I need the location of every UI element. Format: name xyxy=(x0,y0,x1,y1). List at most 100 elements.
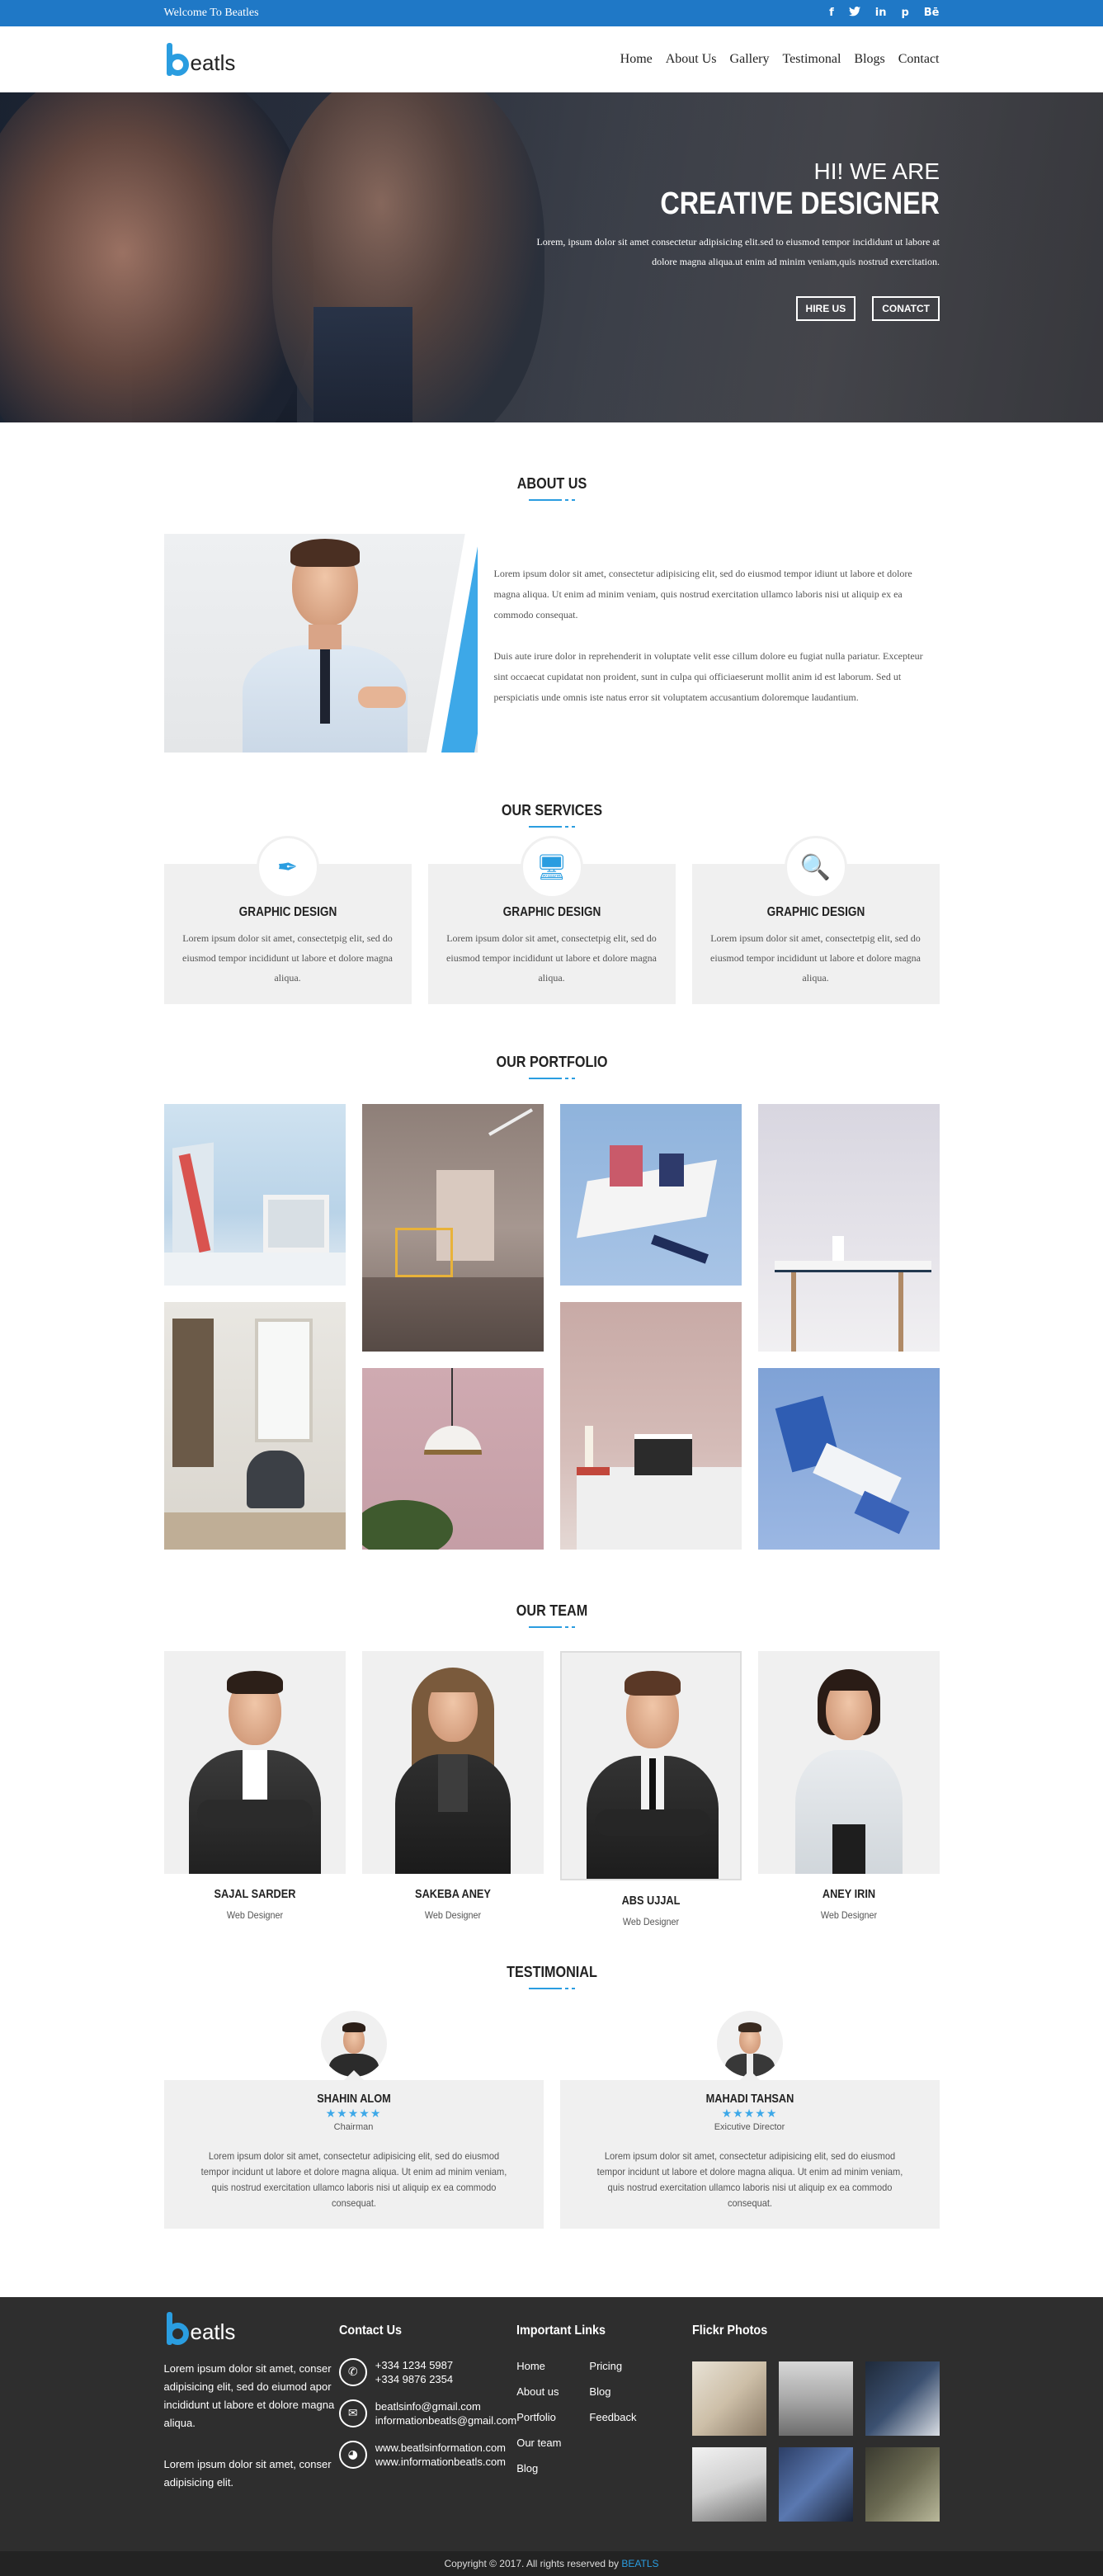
phone-number[interactable]: +334 9876 2354 xyxy=(375,2372,453,2386)
portfolio-item[interactable] xyxy=(757,1368,940,1550)
avatar xyxy=(163,1651,346,1874)
email-link[interactable]: informationbeatls@gmail.com xyxy=(375,2413,516,2427)
avatar xyxy=(716,2011,783,2077)
member-name: ABS UJJAL xyxy=(621,1894,680,1908)
portfolio-item[interactable] xyxy=(361,1368,544,1550)
footer-contact: Contact Us ✆ +334 1234 5987 +334 9876 235… xyxy=(338,2312,516,2522)
flickr-photo[interactable] xyxy=(865,2447,940,2522)
avatar xyxy=(320,2011,387,2077)
heading-underline xyxy=(164,1078,940,1079)
hero-greeting: HI! WE ARE xyxy=(813,158,940,184)
phone-number[interactable]: +334 1234 5987 xyxy=(375,2358,453,2372)
copyright-text: Copyright © 2017. All rights reserved by xyxy=(444,2558,620,2569)
member-role: Web Designer xyxy=(820,1909,877,1921)
site-footer: eatls Lorem ipsum dolor sit amet, conser… xyxy=(0,2297,1103,2551)
service-card[interactable]: 🖥 GRAPHIC DESIGN Lorem ipsum dolor sit a… xyxy=(427,836,676,1004)
testimonial-card: SHAHIN ALOM ★★★★★ Chairman Lorem ipsum d… xyxy=(163,2011,544,2229)
hire-us-button[interactable]: HIRE US xyxy=(795,296,856,321)
team-member-card[interactable]: ABS UJJAL Web Designer xyxy=(559,1651,742,1927)
twitter-icon[interactable] xyxy=(848,7,860,20)
portfolio-item[interactable] xyxy=(163,1104,346,1286)
about-heading-block: ABOUT US xyxy=(164,475,940,501)
logo-mark-icon xyxy=(164,2312,189,2345)
behance-icon[interactable]: Bē xyxy=(924,7,940,20)
hero-banner: HI! WE ARE CREATIVE DESIGNER Lorem, ipsu… xyxy=(0,92,1103,422)
about-section: ABOUT US Lorem ipsum dolor sit amet, con… xyxy=(163,422,940,753)
testimonial-section: TESTIMONIAL SHAHIN ALOM ★★★★★ Chairman L… xyxy=(163,1927,940,2229)
flickr-photo[interactable] xyxy=(691,2361,766,2436)
avatar xyxy=(559,1651,742,1880)
portfolio-item[interactable] xyxy=(163,1302,346,1550)
flickr-photo[interactable] xyxy=(865,2361,940,2436)
member-role: Web Designer xyxy=(424,1909,481,1921)
team-member-card[interactable]: ANEY IRIN Web Designer xyxy=(757,1651,940,1927)
member-name: ANEY IRIN xyxy=(822,1887,875,1901)
about-image xyxy=(163,534,478,753)
nav-item-testimonal[interactable]: Testimonal xyxy=(783,52,841,67)
navbar: eatls Home About Us Gallery Testimonal B… xyxy=(0,26,1103,92)
top-bar: Welcome To Beatles f in p Bē xyxy=(0,0,1103,26)
footer-link-pricing[interactable]: Pricing xyxy=(589,2360,636,2372)
copyright-brand-link[interactable]: BEATLS xyxy=(621,2558,658,2569)
heading-underline xyxy=(164,499,940,501)
nav-item-about[interactable]: About Us xyxy=(666,52,717,67)
portfolio-item[interactable] xyxy=(361,1104,544,1352)
nav-item-blogs[interactable]: Blogs xyxy=(854,52,884,67)
member-role: Web Designer xyxy=(226,1909,283,1921)
globe-icon: ◕ xyxy=(338,2441,367,2469)
service-card[interactable]: ✒ GRAPHIC DESIGN Lorem ipsum dolor sit a… xyxy=(163,836,412,1004)
portfolio-section: OUR PORTFOLIO xyxy=(163,1004,940,1550)
main-menu: Home About Us Gallery Testimonal Blogs C… xyxy=(620,52,940,67)
flickr-photo[interactable] xyxy=(778,2447,853,2522)
footer-link-team[interactable]: Our team xyxy=(516,2437,561,2449)
footer-link-home[interactable]: Home xyxy=(516,2360,561,2372)
linkedin-icon[interactable]: in xyxy=(875,7,887,20)
hero-title: CREATIVE DESIGNER xyxy=(660,186,940,221)
monitor-design-icon: 🖥 xyxy=(520,836,583,899)
team-member-card[interactable]: SAJAL SARDER Web Designer xyxy=(163,1651,346,1927)
nav-item-gallery[interactable]: Gallery xyxy=(730,52,770,67)
testimonial-name: SHAHIN ALOM xyxy=(316,2092,391,2106)
nav-item-home[interactable]: Home xyxy=(620,52,653,67)
nav-item-contact[interactable]: Contact xyxy=(898,52,940,67)
portfolio-grid xyxy=(163,1104,940,1550)
contact-button[interactable]: CONATCT xyxy=(872,296,940,321)
flickr-photo[interactable] xyxy=(778,2361,853,2436)
hero-content: HI! WE ARE CREATIVE DESIGNER Lorem, ipsu… xyxy=(511,158,940,321)
pinterest-icon[interactable]: p xyxy=(901,7,908,20)
footer-link-portfolio[interactable]: Portfolio xyxy=(516,2411,561,2423)
testimonial-text: Lorem ipsum dolor sit amet, consectetur … xyxy=(596,2150,903,2209)
service-text: Lorem ipsum dolor sit amet, consectetpig… xyxy=(446,932,657,984)
about-paragraph: Duis aute irure dolor in reprehenderit i… xyxy=(493,650,923,703)
logo-mark-icon xyxy=(164,43,189,76)
portfolio-item[interactable] xyxy=(559,1302,742,1550)
footer-flickr: Flickr Photos xyxy=(691,2312,940,2522)
testimonial-role: Exicutive Director xyxy=(714,2122,785,2132)
team-member-card[interactable]: SAKEBA ANEY Web Designer xyxy=(361,1651,544,1927)
service-title: GRAPHIC DESIGN xyxy=(766,905,865,919)
website-link[interactable]: www.beatlsinformation.com xyxy=(375,2441,506,2455)
star-rating: ★★★★★ xyxy=(721,2107,778,2121)
footer-link-blog[interactable]: Blog xyxy=(589,2385,636,2398)
footer-link-about[interactable]: About us xyxy=(516,2385,561,2398)
facebook-icon[interactable]: f xyxy=(829,7,834,20)
pen-tool-icon: ✒ xyxy=(256,836,319,899)
heading-underline xyxy=(164,1988,940,1989)
service-card[interactable]: 🔍 GRAPHIC DESIGN Lorem ipsum dolor sit a… xyxy=(691,836,940,1004)
contact-phone: ✆ +334 1234 5987 +334 9876 2354 xyxy=(338,2358,516,2386)
testimonial-name: MAHADI TAHSAN xyxy=(705,2092,794,2106)
portfolio-item[interactable] xyxy=(757,1104,940,1352)
site-logo[interactable]: eatls xyxy=(164,43,235,76)
footer-link-blog[interactable]: Blog xyxy=(516,2462,561,2475)
footer-logo[interactable]: eatls xyxy=(164,2312,339,2345)
portfolio-item[interactable] xyxy=(559,1104,742,1286)
testimonial-card: MAHADI TAHSAN ★★★★★ Exicutive Director L… xyxy=(559,2011,940,2229)
about-paragraph: Lorem ipsum dolor sit amet, consectetur … xyxy=(493,568,912,620)
footer-link-feedback[interactable]: Feedback xyxy=(589,2411,636,2423)
website-link[interactable]: www.informationbeatls.com xyxy=(375,2455,506,2469)
email-link[interactable]: beatlsinfo@gmail.com xyxy=(375,2399,516,2413)
footer-about-text: Lorem ipsum dolor sit amet, conser adipi… xyxy=(163,2458,332,2489)
flickr-photo[interactable] xyxy=(691,2447,766,2522)
links-heading: Important Links xyxy=(516,2324,606,2338)
service-text: Lorem ipsum dolor sit amet, consectetpig… xyxy=(710,932,921,984)
